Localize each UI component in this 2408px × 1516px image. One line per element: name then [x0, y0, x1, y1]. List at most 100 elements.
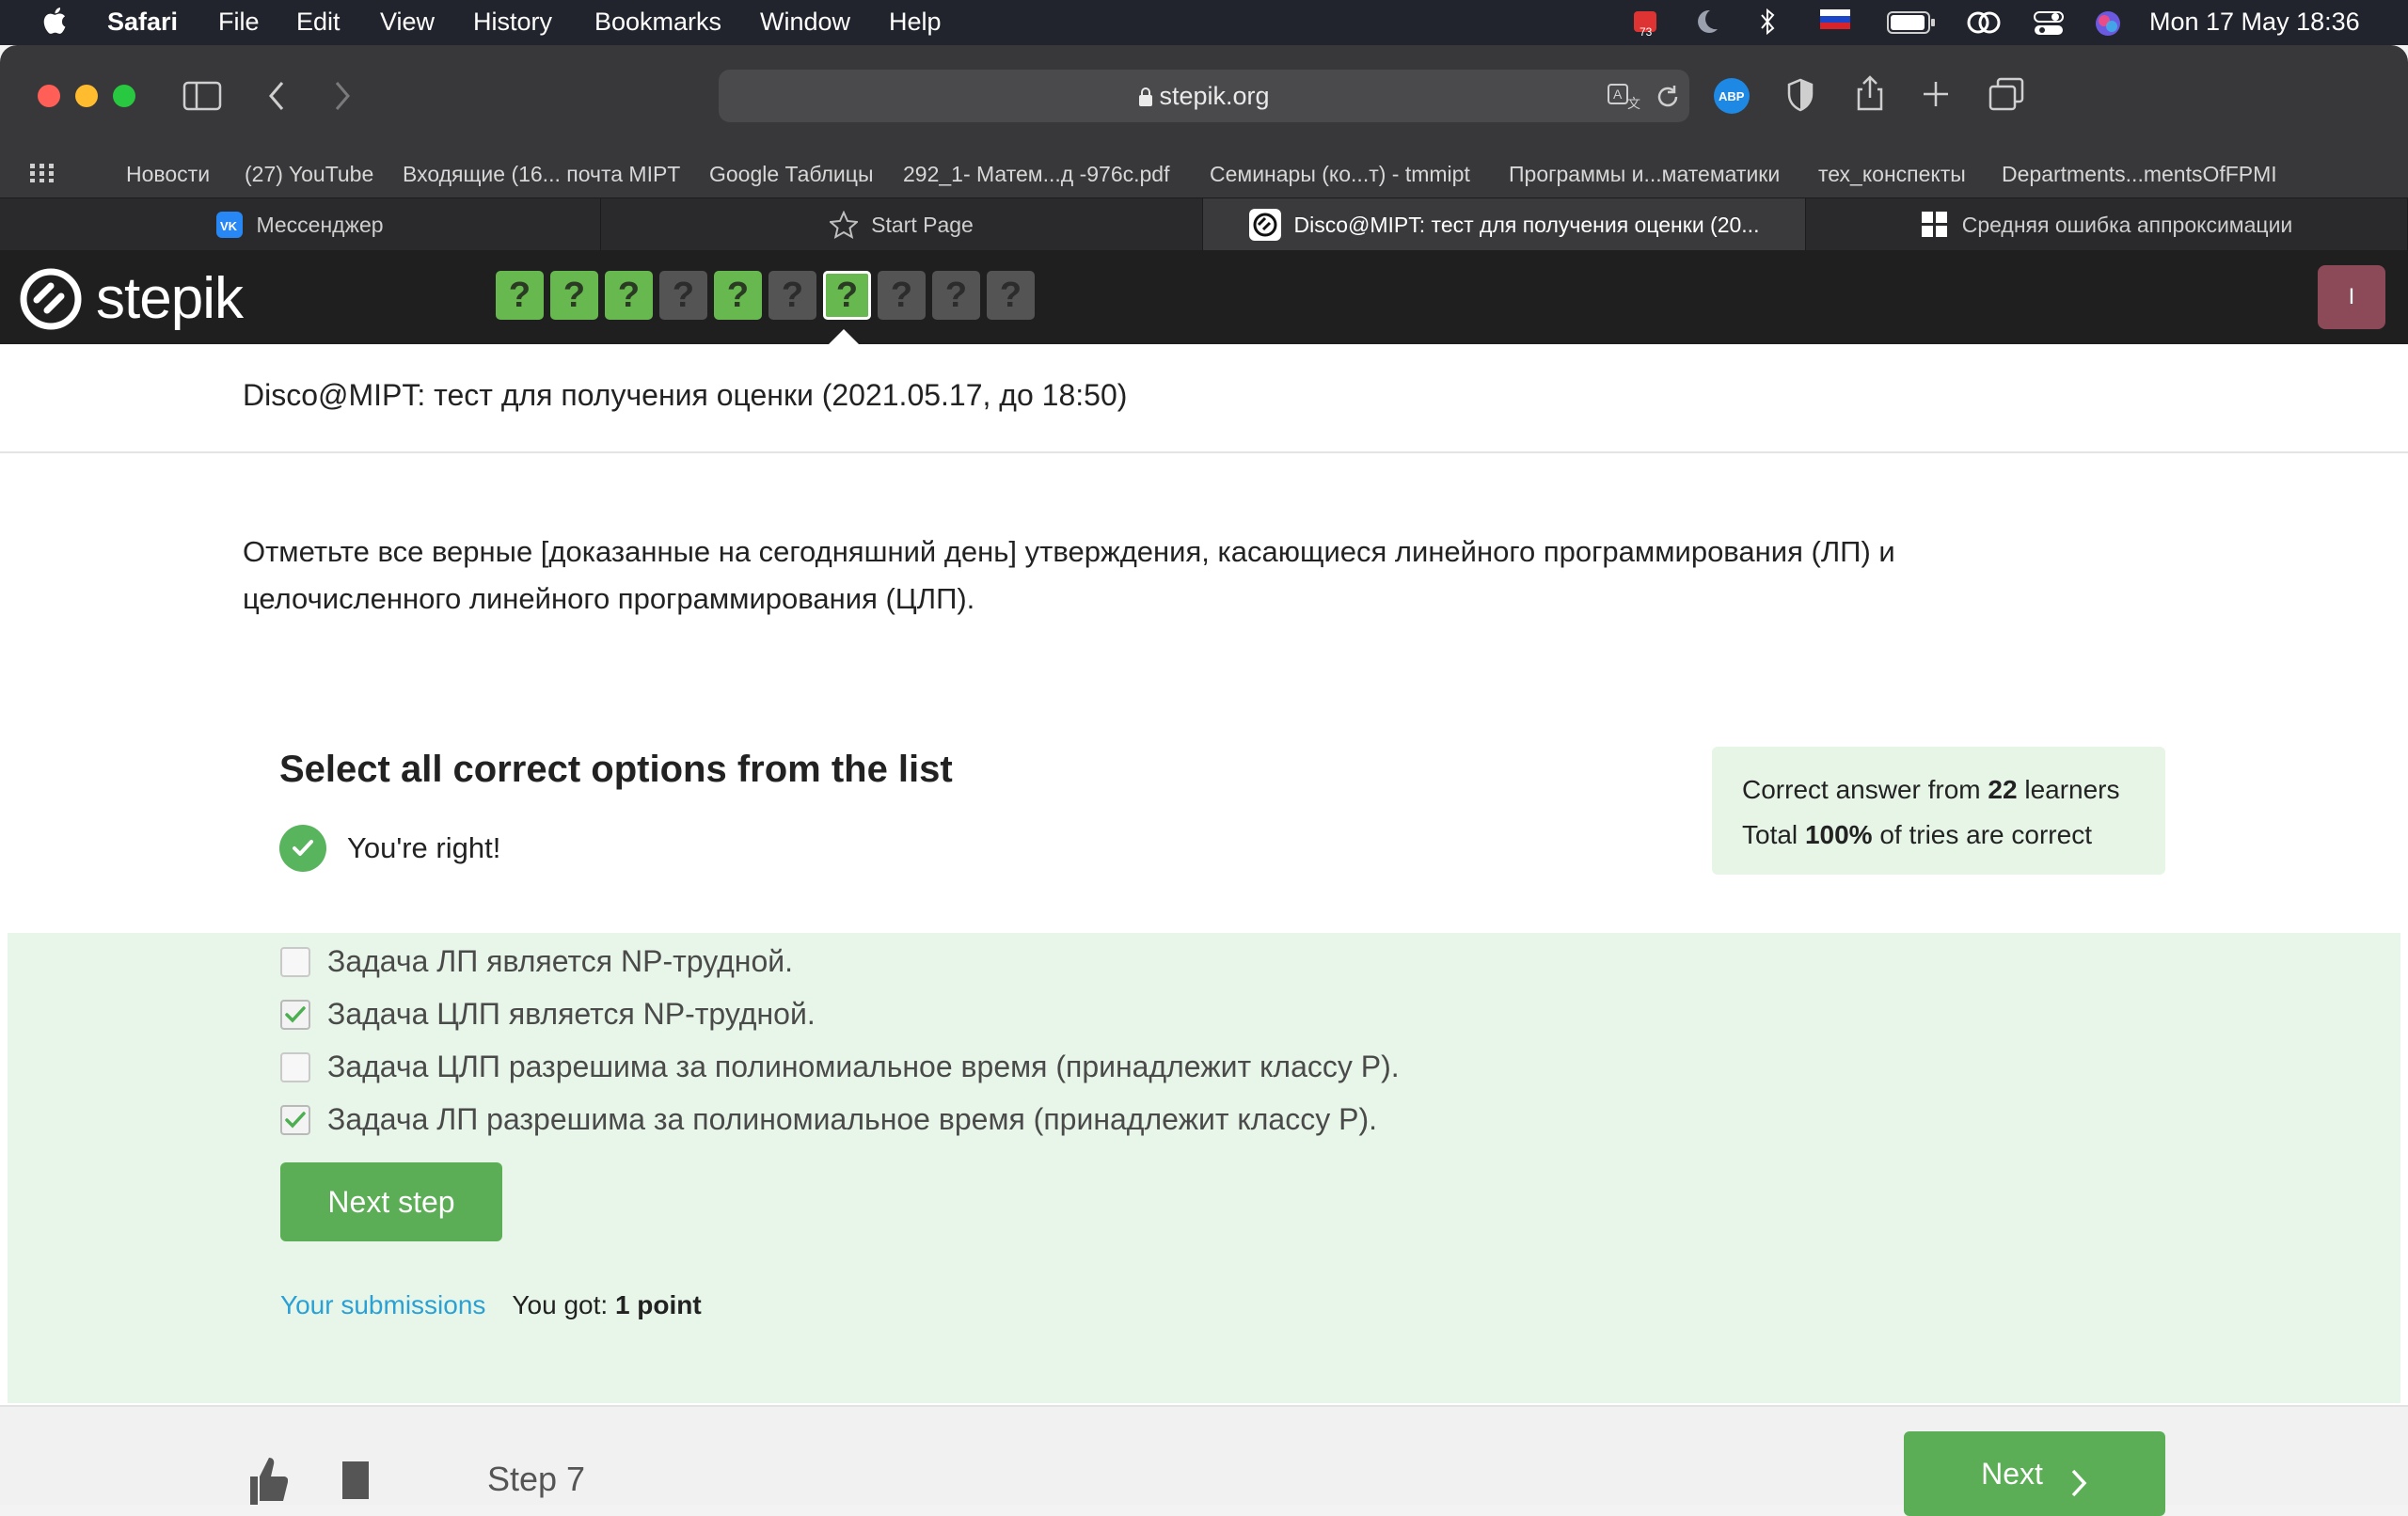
- tab-messenger[interactable]: VK Мессенджер: [0, 198, 601, 251]
- option-text: Задача ЦЛП является NP-трудной.: [327, 997, 816, 1031]
- menu-help[interactable]: Help: [889, 8, 942, 37]
- menu-view[interactable]: View: [380, 8, 435, 37]
- score-value: 1 point: [614, 1290, 702, 1319]
- translate-icon[interactable]: A 文: [1607, 83, 1642, 111]
- sidebar-toggle-icon[interactable]: [182, 81, 222, 111]
- close-window-button[interactable]: [38, 85, 60, 107]
- step-mark-4[interactable]: ?: [659, 271, 707, 320]
- battery-icon[interactable]: [1887, 11, 1936, 40]
- tab-stepik-quiz[interactable]: Disco@MIPT: тест для получения оценки (2…: [1203, 198, 1806, 251]
- bookmark-item[interactable]: тех_конспекты: [1818, 162, 1966, 187]
- zoom-window-button[interactable]: [113, 85, 135, 107]
- svg-text:VK: VK: [220, 219, 238, 233]
- stats-learner-count: 22: [1988, 775, 2018, 804]
- forward-arrow-icon[interactable]: [331, 79, 354, 113]
- option-checkbox[interactable]: [280, 1051, 310, 1082]
- step-mark-3[interactable]: ?: [605, 271, 653, 320]
- logo-text: stepik: [96, 266, 244, 331]
- svg-text:文: 文: [1627, 96, 1640, 111]
- user-avatar[interactable]: I: [2318, 265, 2385, 329]
- menu-file[interactable]: File: [218, 8, 260, 37]
- menu-bookmarks[interactable]: Bookmarks: [594, 8, 721, 37]
- tab-overview-icon[interactable]: [1988, 77, 2024, 113]
- thumbs-down-icon[interactable]: [339, 1450, 380, 1507]
- score-prefix: You got:: [512, 1290, 615, 1319]
- stats-line-2: Total 100% of tries are correct: [1742, 813, 2135, 858]
- step-mark-1[interactable]: ?: [496, 271, 544, 320]
- tab-label: Мессенджер: [256, 212, 384, 237]
- bluetooth-icon[interactable]: [1758, 8, 1777, 42]
- bookmark-item[interactable]: Новости: [126, 162, 210, 187]
- next-step-button[interactable]: Next step: [280, 1162, 502, 1241]
- option-checkbox[interactable]: [280, 946, 310, 977]
- status-app-icon[interactable]: 73: [1630, 8, 1664, 46]
- step-mark-7[interactable]: ?: [823, 271, 871, 320]
- bookmark-item[interactable]: Departments...mentsOfFPMI: [2002, 162, 2277, 187]
- chevron-right-icon: [2071, 1469, 2087, 1497]
- question-line: целочисленного линейного программировани…: [243, 582, 975, 615]
- tab-approximation[interactable]: Средняя ошибка аппроксимации: [1806, 198, 2408, 251]
- stepik-icon: [1248, 209, 1281, 241]
- question-line: Отметьте все верные [доказанные на сегод…: [243, 535, 1895, 568]
- star-icon: [830, 211, 859, 239]
- stats-text: Total: [1742, 820, 1805, 849]
- tab-label: Disco@MIPT: тест для получения оценки (2…: [1293, 212, 1760, 237]
- adblock-icon[interactable]: ABP: [1713, 77, 1751, 115]
- new-tab-icon[interactable]: [1921, 79, 1951, 109]
- your-submissions-link[interactable]: Your submissions: [280, 1290, 485, 1320]
- step-mark-10[interactable]: ?: [987, 271, 1035, 320]
- success-check-icon: [279, 825, 326, 872]
- tab-label: Start Page: [871, 212, 974, 237]
- bookmark-item[interactable]: 292_1- Матем...д -976c.pdf: [903, 162, 1169, 187]
- stats-text: Correct answer from: [1742, 775, 1988, 804]
- step-navigation: ? ? ? ? ? ? ? ? ? ?: [496, 271, 1035, 320]
- bookmark-item[interactable]: (27) YouTube: [245, 162, 373, 187]
- step-mark-5[interactable]: ?: [714, 271, 762, 320]
- stepik-logo[interactable]: stepik: [19, 265, 244, 332]
- moon-icon[interactable]: [1693, 8, 1719, 42]
- control-center-icon[interactable]: [2033, 9, 2065, 44]
- reload-icon[interactable]: [1654, 83, 1682, 111]
- menu-window[interactable]: Window: [760, 8, 850, 37]
- svg-text:A: A: [1613, 87, 1623, 102]
- svg-text:73: 73: [1640, 25, 1653, 39]
- menu-edit[interactable]: Edit: [296, 8, 341, 37]
- keyboard-layout-icon[interactable]: [1820, 9, 1850, 42]
- tab-bar: VK Мессенджер Start Page Disco@MIPT: тес…: [0, 197, 2408, 251]
- option-4[interactable]: Задача ЛП разрешима за полиномиальное вр…: [280, 1102, 1377, 1137]
- clock[interactable]: Mon 17 May 18:36: [2149, 8, 2360, 37]
- step-mark-9[interactable]: ?: [932, 271, 980, 320]
- apple-icon[interactable]: [40, 4, 68, 38]
- menu-app-name[interactable]: Safari: [107, 8, 178, 37]
- next-button[interactable]: Next: [1904, 1431, 2165, 1516]
- bookmark-item[interactable]: Семинары (ко...т) - tmmipt: [1210, 162, 1470, 187]
- option-checkbox[interactable]: [280, 999, 310, 1030]
- thumbs-up-icon[interactable]: [246, 1450, 288, 1507]
- option-3[interactable]: Задача ЦЛП разрешима за полиномиальное в…: [280, 1050, 1400, 1084]
- learner-stats: Correct answer from 22 learners Total 10…: [1712, 747, 2165, 875]
- minimize-window-button[interactable]: [75, 85, 98, 107]
- bookmark-item[interactable]: Google Таблицы: [709, 162, 873, 187]
- address-bar[interactable]: stepik.org A 文: [719, 70, 1689, 122]
- lock-icon: [1139, 87, 1153, 106]
- step-mark-2[interactable]: ?: [550, 271, 598, 320]
- option-checkbox[interactable]: [280, 1104, 310, 1135]
- option-2[interactable]: Задача ЦЛП является NP-трудной.: [280, 997, 816, 1032]
- airplay-icon[interactable]: [1965, 9, 2003, 42]
- stepik-logo-icon: [20, 268, 82, 329]
- bookmark-item[interactable]: Входящие (16... почта MIPT: [403, 162, 680, 187]
- step-mark-6[interactable]: ?: [768, 271, 816, 320]
- menu-history[interactable]: History: [473, 8, 552, 37]
- tab-label: Средняя ошибка аппроксимации: [1961, 212, 2293, 237]
- step-footer: Step 7 Next: [0, 1405, 2408, 1516]
- share-icon[interactable]: [1855, 73, 1885, 113]
- tab-start-page[interactable]: Start Page: [601, 198, 1203, 251]
- siri-icon[interactable]: [2094, 9, 2122, 44]
- back-arrow-icon[interactable]: [265, 79, 288, 113]
- bookmarks-bar: Новости (27) YouTube Входящие (16... поч…: [0, 149, 2408, 197]
- option-1[interactable]: Задача ЛП является NP-трудной.: [280, 944, 793, 979]
- apps-grid-icon[interactable]: [30, 164, 55, 182]
- step-mark-8[interactable]: ?: [878, 271, 926, 320]
- bookmark-item[interactable]: Программы и...математики: [1509, 162, 1780, 187]
- privacy-shield-icon[interactable]: [1785, 77, 1815, 113]
